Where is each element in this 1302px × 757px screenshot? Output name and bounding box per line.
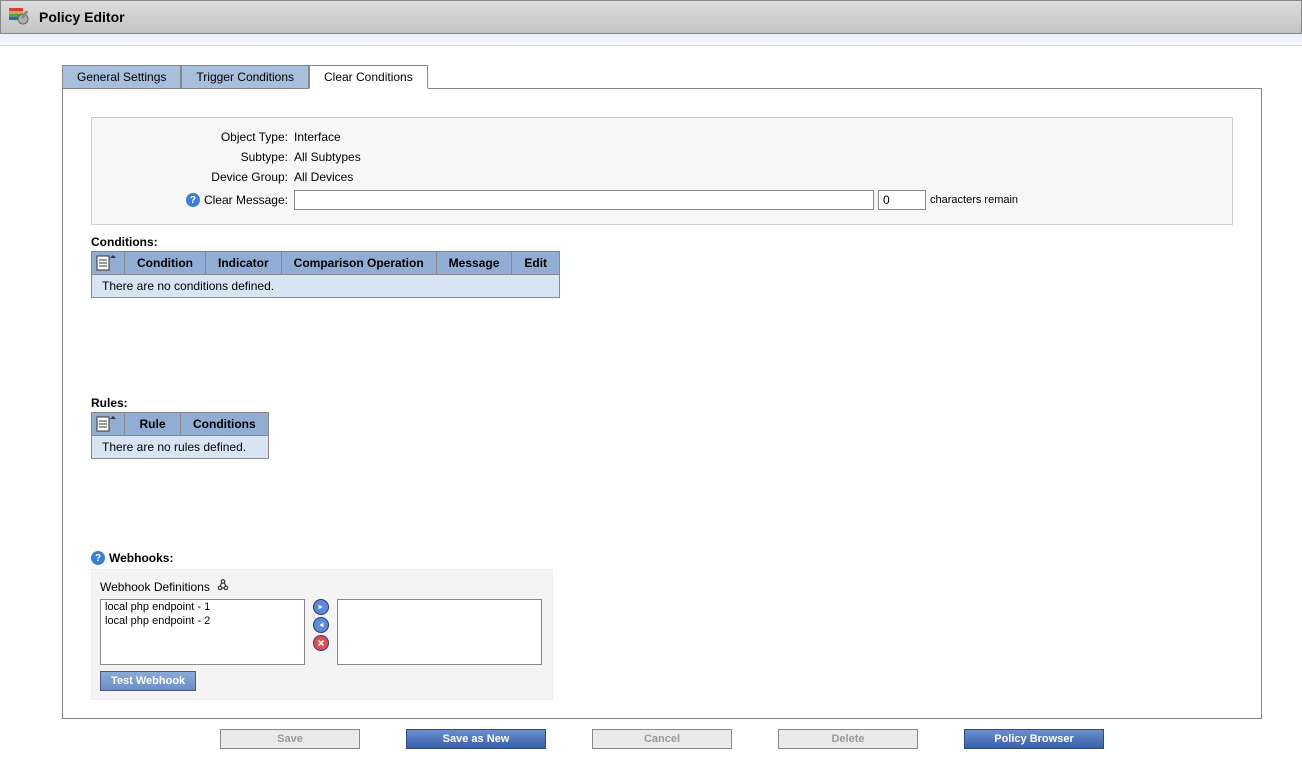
- clear-conditions-panel: Object Type: Interface Subtype: All Subt…: [62, 88, 1262, 719]
- help-icon[interactable]: ?: [186, 193, 200, 207]
- device-group-value: All Devices: [294, 170, 353, 184]
- object-type-label: Object Type:: [104, 130, 294, 144]
- tab-bar: General Settings Trigger Conditions Clea…: [62, 64, 1294, 88]
- char-count-field[interactable]: [878, 190, 926, 210]
- conditions-table: Condition Indicator Comparison Operation…: [91, 251, 560, 298]
- rules-empty-row: There are no rules defined.: [92, 436, 269, 459]
- rules-section-label: Rules:: [91, 396, 1233, 410]
- subtype-value: All Subtypes: [294, 150, 361, 164]
- conditions-col-edit[interactable]: Edit: [512, 252, 560, 275]
- tab-trigger-conditions[interactable]: Trigger Conditions: [181, 65, 309, 89]
- tab-general-settings[interactable]: General Settings: [62, 65, 181, 89]
- conditions-col-indicator[interactable]: Indicator: [205, 252, 281, 275]
- save-button[interactable]: Save: [220, 729, 360, 749]
- help-icon[interactable]: ?: [91, 551, 105, 565]
- rules-add-button[interactable]: [92, 413, 125, 436]
- subheader-strip: [0, 34, 1302, 46]
- webhooks-box: Webhook Definitions local php endpoint -…: [91, 569, 553, 700]
- cancel-button[interactable]: Cancel: [592, 729, 732, 749]
- conditions-col-message[interactable]: Message: [436, 252, 512, 275]
- conditions-section-label: Conditions:: [91, 235, 1233, 249]
- char-remain-label: characters remain: [930, 194, 1018, 206]
- app-icon: [7, 5, 31, 29]
- rules-col-conditions[interactable]: Conditions: [181, 413, 269, 436]
- rules-col-rule[interactable]: Rule: [125, 413, 181, 436]
- tab-clear-conditions[interactable]: Clear Conditions: [309, 65, 428, 89]
- list-item[interactable]: local php endpoint - 1: [101, 600, 304, 614]
- clear-message-input[interactable]: [294, 190, 874, 210]
- subtype-label: Subtype:: [104, 150, 294, 164]
- delete-button[interactable]: Delete: [778, 729, 918, 749]
- test-webhook-button[interactable]: Test Webhook: [100, 671, 196, 691]
- page-title: Policy Editor: [39, 9, 125, 25]
- clear-message-label: Clear Message:: [204, 193, 288, 207]
- rules-table: Rule Conditions There are no rules defin…: [91, 412, 269, 459]
- webhook-definitions-label: Webhook Definitions: [100, 580, 210, 594]
- remove-button[interactable]: [313, 635, 329, 651]
- move-right-button[interactable]: [313, 599, 329, 615]
- main-area: General Settings Trigger Conditions Clea…: [0, 46, 1302, 757]
- device-group-label: Device Group:: [104, 170, 294, 184]
- webhook-icon: [216, 578, 230, 595]
- policy-info-box: Object Type: Interface Subtype: All Subt…: [91, 117, 1233, 225]
- conditions-col-condition[interactable]: Condition: [125, 252, 206, 275]
- policy-browser-button[interactable]: Policy Browser: [964, 729, 1104, 749]
- conditions-empty-row: There are no conditions defined.: [92, 275, 560, 298]
- object-type-value: Interface: [294, 130, 341, 144]
- webhook-selected-list[interactable]: [337, 599, 542, 665]
- conditions-col-comparison[interactable]: Comparison Operation: [281, 252, 436, 275]
- webhooks-section-label: Webhooks:: [109, 551, 173, 565]
- title-bar: Policy Editor: [0, 0, 1302, 34]
- action-button-bar: Save Save as New Cancel Delete Policy Br…: [62, 729, 1262, 749]
- save-as-new-button[interactable]: Save as New: [406, 729, 546, 749]
- move-left-button[interactable]: [313, 617, 329, 633]
- webhook-available-list[interactable]: local php endpoint - 1 local php endpoin…: [100, 599, 305, 665]
- list-item[interactable]: local php endpoint - 2: [101, 614, 304, 628]
- conditions-add-button[interactable]: [92, 252, 125, 275]
